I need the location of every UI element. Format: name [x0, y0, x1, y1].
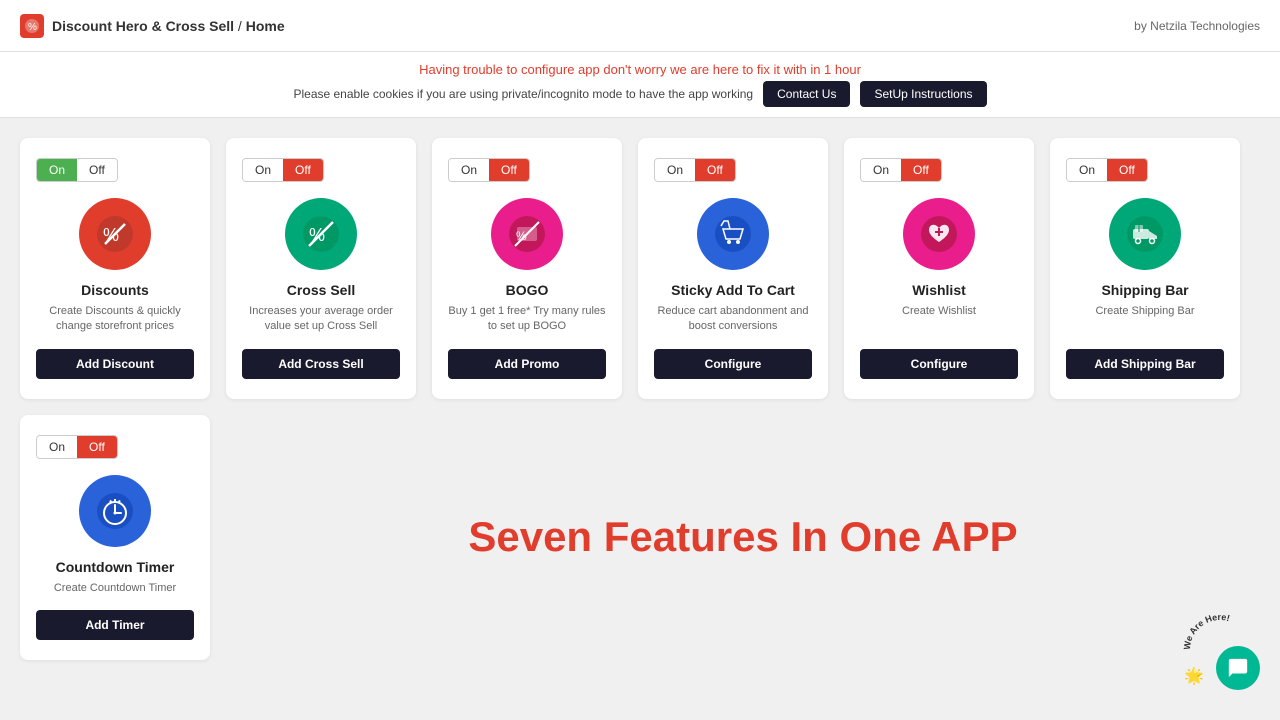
we-are-here-widget: We Are Here! 🌟	[1180, 610, 1260, 690]
bogo-toggle-off[interactable]: Off	[489, 159, 529, 181]
discounts-card: On Off % Discounts Create Discounts & qu…	[20, 138, 210, 399]
cross-sell-toggle[interactable]: On Off	[242, 158, 324, 182]
sticky-toggle[interactable]: On Off	[654, 158, 736, 182]
wishlist-icon-circle	[903, 198, 975, 270]
main-content: On Off % Discounts Create Discounts & qu…	[0, 118, 1280, 680]
countdown-timer-card: On Off Countdown Timer Create Countdown …	[20, 415, 210, 660]
shipping-toggle[interactable]: On Off	[1066, 158, 1148, 182]
we-are-here-emoji: 🌟	[1184, 666, 1204, 686]
shipping-bar-card: On Off Shipping Bar Create Shipping Bar …	[1050, 138, 1240, 399]
wishlist-toggle-on[interactable]: On	[861, 159, 901, 181]
countdown-toggle[interactable]: On Off	[36, 435, 118, 459]
cross-sell-title: Cross Sell	[287, 282, 355, 298]
add-shipping-bar-button[interactable]: Add Shipping Bar	[1066, 349, 1224, 379]
shipping-title: Shipping Bar	[1101, 282, 1188, 298]
cross-sell-card: On Off % Cross Sell Increases your avera…	[226, 138, 416, 399]
sticky-add-to-cart-card: On Off Sticky Add To Cart Reduce cart ab…	[638, 138, 828, 399]
sticky-title: Sticky Add To Cart	[671, 282, 795, 298]
wishlist-toggle-off[interactable]: Off	[901, 159, 941, 181]
discounts-toggle[interactable]: On Off	[36, 158, 118, 182]
cross-sell-desc: Increases your average order value set u…	[242, 304, 400, 335]
shipping-toggle-on[interactable]: On	[1067, 159, 1107, 181]
countdown-toggle-off[interactable]: Off	[77, 436, 117, 458]
contact-us-button[interactable]: Contact Us	[763, 81, 850, 107]
discounts-toggle-on[interactable]: On	[37, 159, 77, 181]
wishlist-card: On Off Wishlist Create Wishlist Configur…	[844, 138, 1034, 399]
setup-instructions-button[interactable]: SetUp Instructions	[860, 81, 986, 107]
svg-text:%: %	[28, 22, 37, 33]
notice-line1: Having trouble to configure app don't wo…	[20, 62, 1260, 77]
shipping-toggle-off[interactable]: Off	[1107, 159, 1147, 181]
discounts-desc: Create Discounts & quickly change storef…	[36, 304, 194, 335]
header-left: % Discount Hero & Cross Sell / Home	[20, 14, 285, 38]
bogo-icon-circle: %	[491, 198, 563, 270]
we-are-here-chat-button[interactable]	[1216, 646, 1260, 690]
bogo-toggle-on[interactable]: On	[449, 159, 489, 181]
add-cross-sell-button[interactable]: Add Cross Sell	[242, 349, 400, 379]
cross-sell-toggle-on[interactable]: On	[243, 159, 283, 181]
bogo-title: BOGO	[506, 282, 549, 298]
countdown-toggle-on[interactable]: On	[37, 436, 77, 458]
sticky-toggle-off[interactable]: Off	[695, 159, 735, 181]
app-header: % Discount Hero & Cross Sell / Home by N…	[0, 0, 1280, 52]
sticky-icon-circle	[697, 198, 769, 270]
cross-sell-toggle-off[interactable]: Off	[283, 159, 323, 181]
sticky-desc: Reduce cart abandonment and boost conver…	[654, 304, 812, 335]
sticky-configure-button[interactable]: Configure	[654, 349, 812, 379]
shipping-icon-circle	[1109, 198, 1181, 270]
countdown-desc: Create Countdown Timer	[54, 581, 176, 596]
discounts-icon-circle: %	[79, 198, 151, 270]
wishlist-configure-button[interactable]: Configure	[860, 349, 1018, 379]
bogo-toggle[interactable]: On Off	[448, 158, 530, 182]
cards-row-top: On Off % Discounts Create Discounts & qu…	[20, 138, 1260, 399]
shipping-desc: Create Shipping Bar	[1095, 304, 1194, 335]
add-timer-button[interactable]: Add Timer	[36, 610, 194, 640]
big-text: Seven Features In One APP	[468, 513, 1017, 561]
discounts-toggle-off[interactable]: Off	[77, 159, 117, 181]
cards-row-second: On Off Countdown Timer Create Countdown …	[20, 415, 1260, 660]
notice-line2: Please enable cookies if you are using p…	[20, 81, 1260, 107]
svg-text:We Are Here!: We Are Here!	[1182, 612, 1231, 650]
sticky-toggle-on[interactable]: On	[655, 159, 695, 181]
bogo-card: On Off % BOGO Buy 1 get 1 free* Try many…	[432, 138, 622, 399]
notice-banner: Having trouble to configure app don't wo…	[0, 52, 1280, 118]
add-discount-button[interactable]: Add Discount	[36, 349, 194, 379]
wishlist-desc: Create Wishlist	[902, 304, 976, 335]
add-promo-button[interactable]: Add Promo	[448, 349, 606, 379]
bogo-desc: Buy 1 get 1 free* Try many rules to set …	[448, 304, 606, 335]
wishlist-title: Wishlist	[912, 282, 966, 298]
big-text-area: Seven Features In One APP	[226, 415, 1260, 660]
header-title: Discount Hero & Cross Sell / Home	[52, 18, 285, 34]
app-logo: %	[20, 14, 44, 38]
wishlist-toggle[interactable]: On Off	[860, 158, 942, 182]
countdown-title: Countdown Timer	[56, 559, 175, 575]
header-by: by Netzila Technologies	[1134, 19, 1260, 33]
cross-sell-icon-circle: %	[285, 198, 357, 270]
discounts-title: Discounts	[81, 282, 149, 298]
countdown-icon-circle	[79, 475, 151, 547]
